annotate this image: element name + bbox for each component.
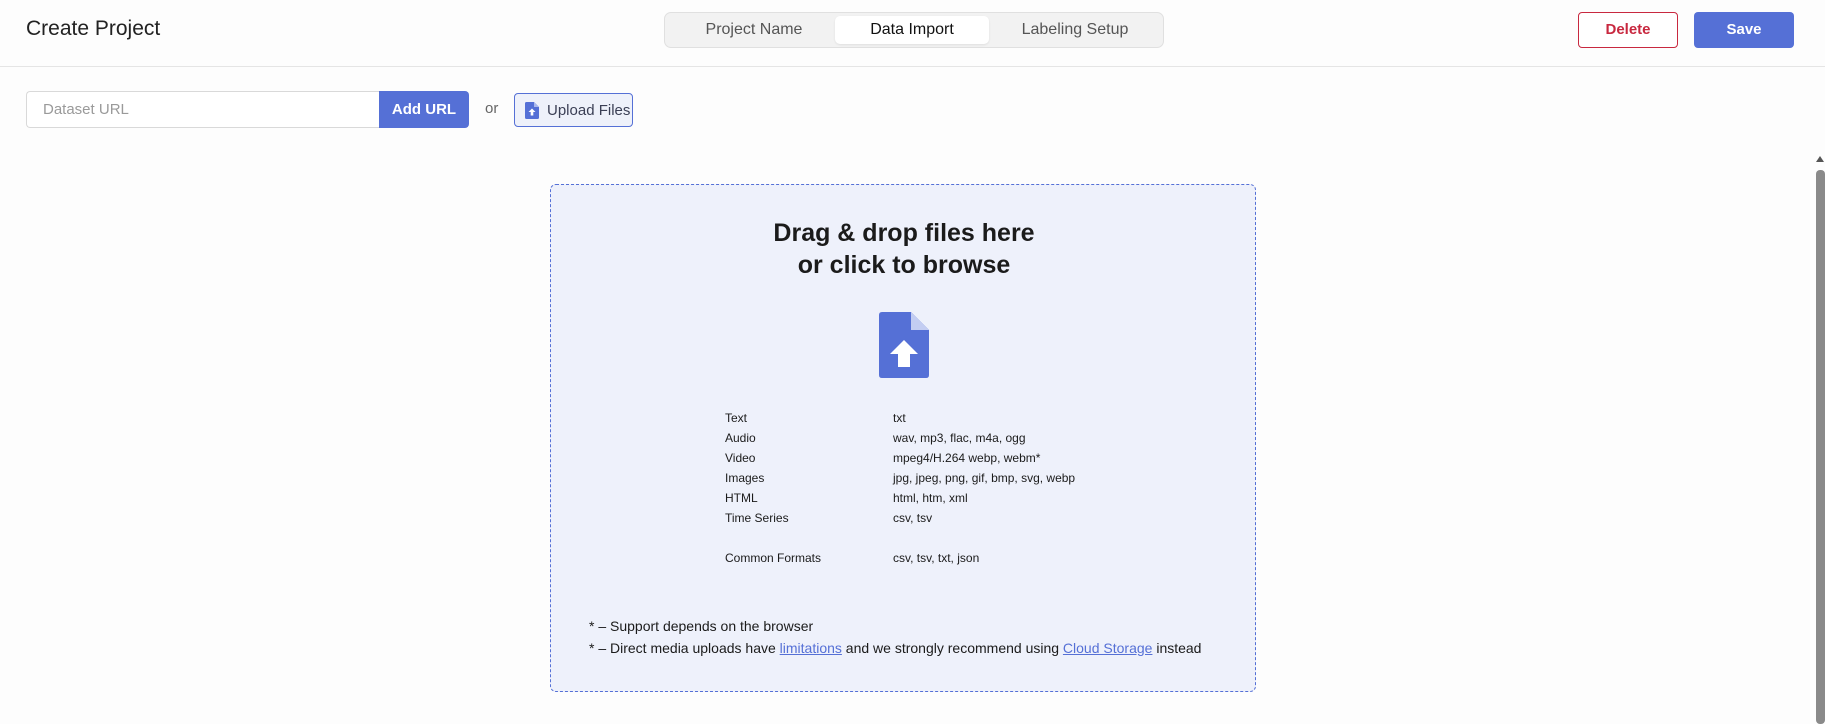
tab-labeling-setup[interactable]: Labeling Setup [995, 16, 1155, 44]
format-extensions: jpg, jpeg, png, gif, bmp, svg, webp [893, 471, 1076, 485]
note-text: and we strongly recommend using [841, 640, 1063, 656]
format-type: Text [725, 411, 748, 425]
upload-files-label: Upload Files [547, 102, 631, 119]
upload-notes: * – Support depends on the browser * – D… [589, 615, 1201, 659]
note-text: * – Direct media uploads have [589, 640, 780, 656]
format-type: Images [725, 471, 765, 485]
tab-project-name[interactable]: Project Name [679, 16, 829, 44]
vertical-scrollbar[interactable] [1814, 156, 1825, 724]
save-button[interactable]: Save [1694, 12, 1794, 48]
note-media-limitations: * – Direct media uploads have limitation… [589, 637, 1201, 659]
top-bar: Create Project Project Name Data Import … [0, 0, 1825, 67]
dropzone-heading-line1: Drag & drop files here [773, 219, 1035, 247]
format-extensions: txt [893, 411, 906, 425]
format-extensions: html, htm, xml [893, 491, 968, 505]
format-type: HTML [725, 491, 758, 505]
limitations-link[interactable]: limitations [780, 640, 842, 656]
import-toolbar: Add URL or Upload Files [0, 68, 1825, 166]
scroll-thumb[interactable] [1816, 170, 1825, 724]
dropzone-heading: Drag & drop files here or click to brows… [551, 217, 1257, 281]
format-extensions: mpeg4/H.264 webp, webm* [893, 451, 1041, 465]
tab-data-import[interactable]: Data Import [835, 16, 989, 44]
delete-button[interactable]: Delete [1578, 12, 1678, 48]
add-url-button[interactable]: Add URL [379, 91, 469, 128]
page-title: Create Project [26, 17, 161, 40]
upload-files-button[interactable]: Upload Files [514, 93, 633, 127]
file-upload-icon [879, 312, 929, 383]
format-extensions: csv, tsv [893, 511, 933, 525]
format-type: Audio [725, 431, 756, 445]
format-type: Video [725, 451, 756, 465]
dataset-url-input[interactable] [26, 91, 380, 128]
file-dropzone[interactable]: Drag & drop files here or click to brows… [550, 184, 1256, 692]
scroll-up-arrow-icon[interactable] [1816, 156, 1824, 162]
format-type: Common Formats [725, 551, 822, 565]
format-extensions: wav, mp3, flac, m4a, ogg [893, 431, 1026, 445]
cloud-storage-link[interactable]: Cloud Storage [1063, 640, 1153, 656]
step-tabs: Project Name Data Import Labeling Setup [664, 12, 1164, 48]
note-text: instead [1152, 640, 1202, 656]
dropzone-heading-line2: or click to browse [797, 251, 1011, 279]
format-extensions: csv, tsv, txt, json [893, 551, 980, 565]
note-browser-support: * – Support depends on the browser [589, 618, 814, 634]
file-upload-icon [525, 102, 539, 123]
or-separator: or [485, 100, 499, 117]
format-type: Time Series [725, 511, 789, 525]
